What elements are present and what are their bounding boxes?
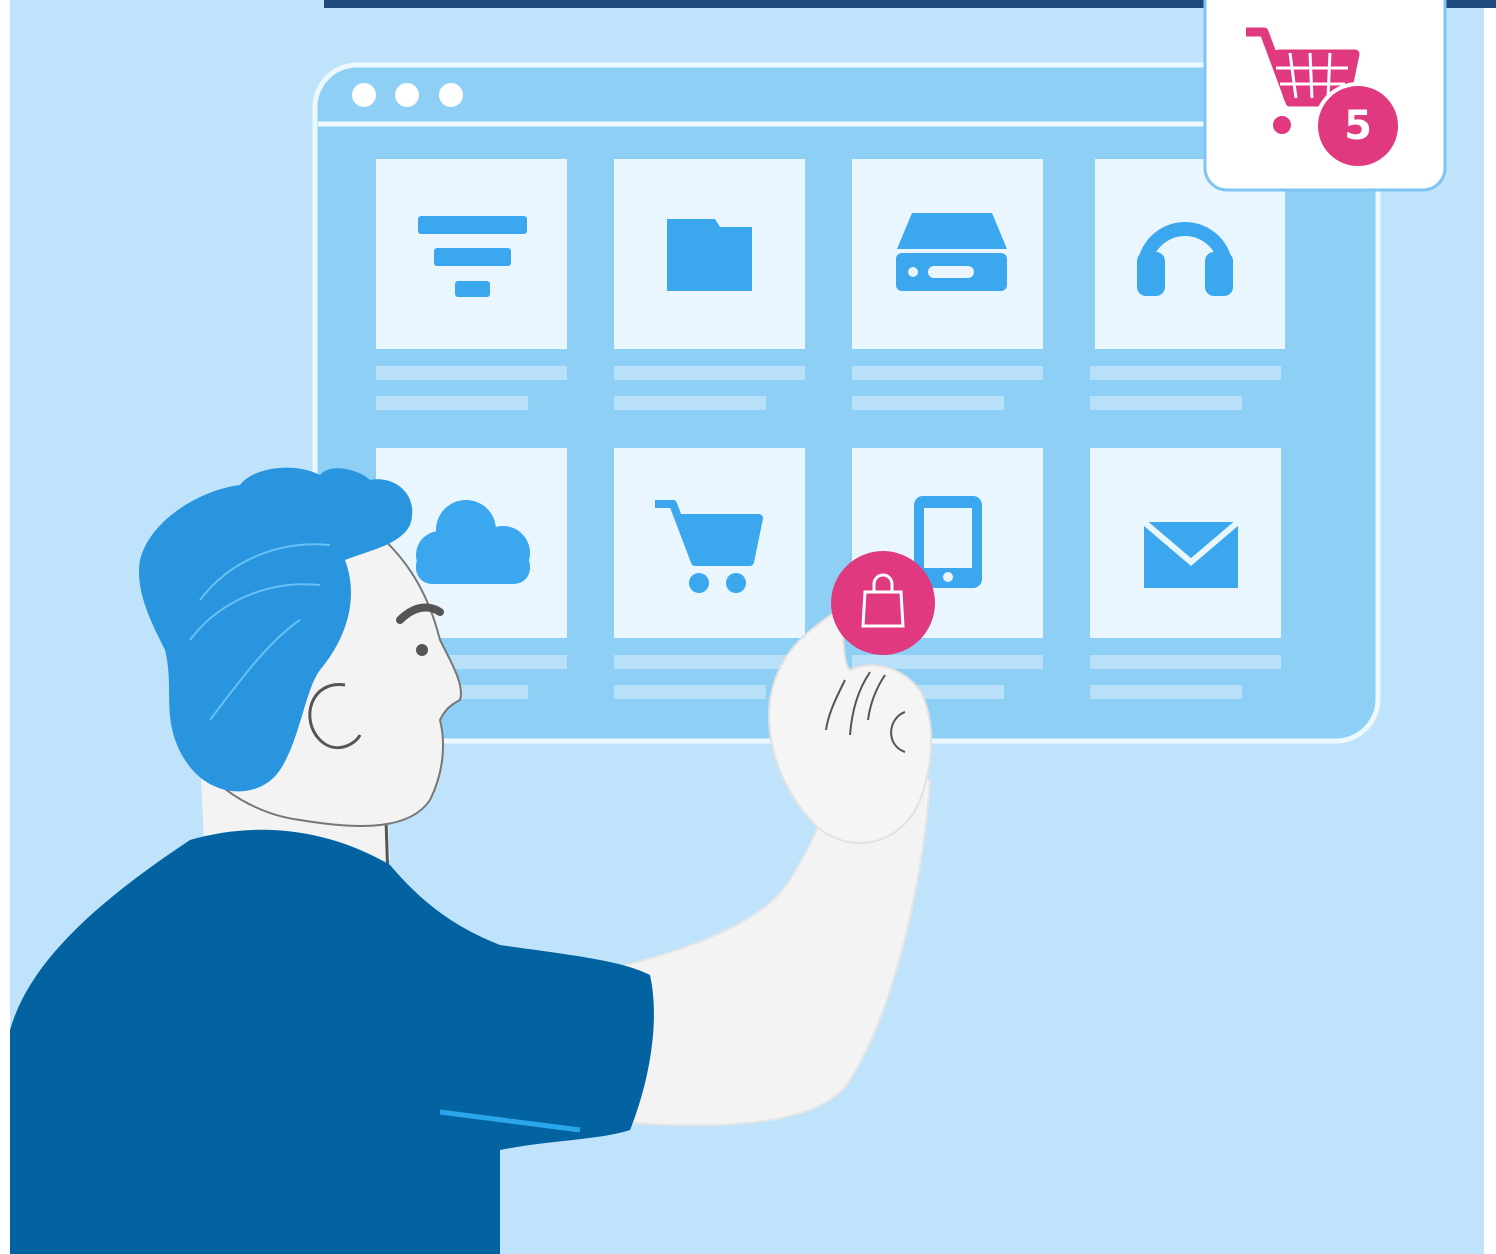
product-card[interactable] [614,159,805,410]
window-dot [352,83,376,107]
folder-icon [667,219,752,291]
product-card[interactable] [1090,448,1281,699]
shopping-bag-button[interactable] [831,551,935,655]
window-dot [395,83,419,107]
illustration [0,0,1496,1254]
product-card[interactable] [376,159,567,410]
product-card[interactable] [614,448,805,699]
mail-icon [1142,519,1240,588]
product-card[interactable] [852,159,1043,410]
cart-count-label: 5 [1344,103,1372,149]
window-dot [439,83,463,107]
product-card[interactable] [1090,159,1285,410]
